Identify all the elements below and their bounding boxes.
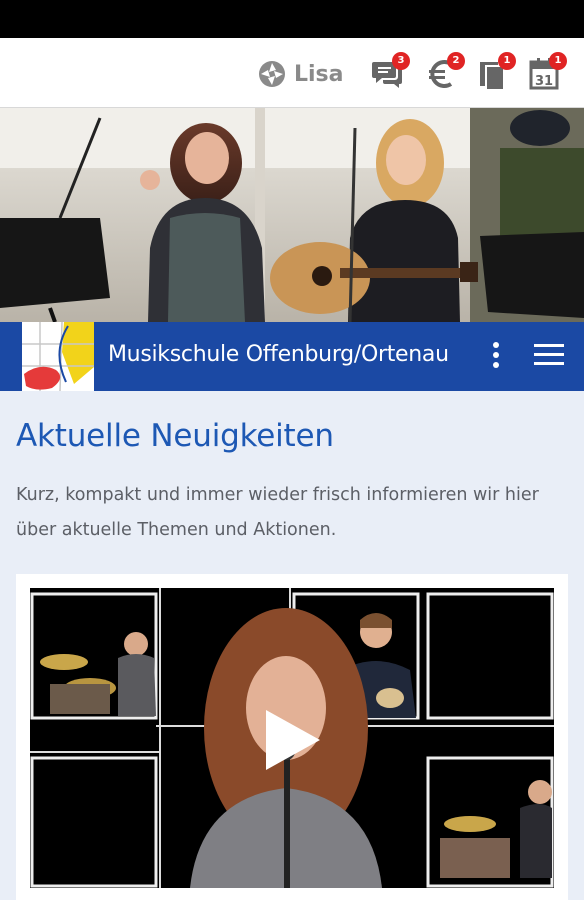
documents-badge: 1 — [498, 52, 516, 70]
status-bar — [0, 0, 584, 38]
more-vert-icon[interactable] — [486, 340, 506, 374]
play-icon[interactable] — [264, 708, 322, 772]
svg-text:31: 31 — [535, 74, 553, 89]
user-name: Lisa — [294, 61, 344, 87]
documents-button[interactable]: 1 — [476, 52, 516, 92]
logo-mark-icon — [259, 61, 285, 87]
top-bar: Lisa 3 2 1 31 1 — [0, 38, 584, 108]
news-intro: Kurz, kompakt und immer wieder frisch in… — [16, 485, 539, 540]
calendar-button[interactable]: 31 1 — [527, 52, 567, 92]
calendar-badge: 1 — [549, 52, 567, 70]
user-profile[interactable]: Lisa — [258, 58, 344, 90]
hero-image — [0, 108, 584, 322]
payments-button[interactable]: 2 — [425, 52, 465, 92]
school-logo[interactable] — [22, 322, 94, 391]
news-headline: Aktuelle Neuigkeiten — [16, 418, 334, 454]
brand-title: Musikschule Offenburg/Ortenau — [108, 342, 449, 367]
menu-icon[interactable] — [534, 344, 564, 370]
brand-bar: Musikschule Offenburg/Ortenau — [0, 322, 584, 391]
payments-badge: 2 — [447, 52, 465, 70]
messages-button[interactable]: 3 — [370, 52, 410, 92]
messages-badge: 3 — [392, 52, 410, 70]
